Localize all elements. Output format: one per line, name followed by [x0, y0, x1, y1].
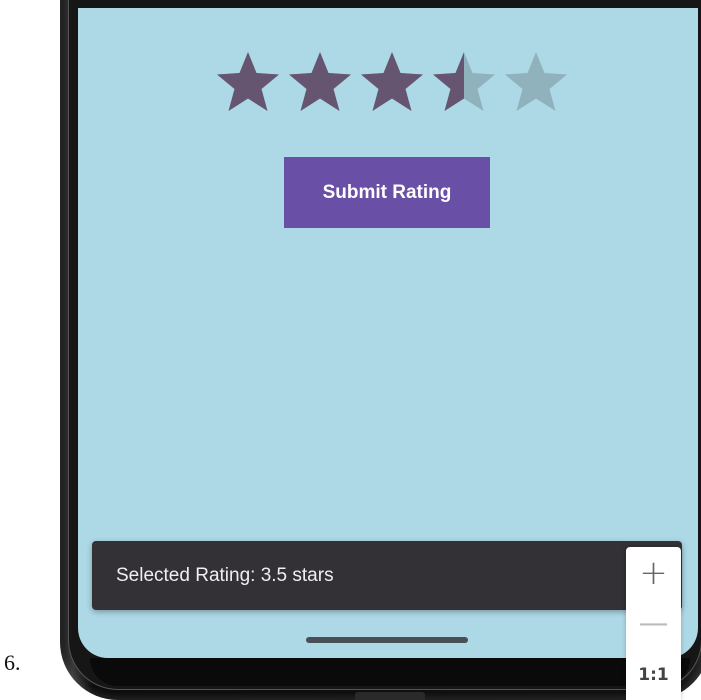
page: 6. Submit Rating Selected Rating: 3.5 st… — [0, 0, 701, 700]
phone-screen: Submit Rating Selected Rating: 3.5 stars — [78, 8, 698, 658]
list-number: 6. — [4, 650, 21, 675]
star-icon[interactable] — [212, 50, 284, 112]
zoom-reset-button[interactable]: 1:1 — [626, 649, 681, 700]
star-rating-bar[interactable] — [212, 50, 572, 112]
zoom-in-button[interactable]: + — [626, 547, 681, 598]
home-indicator[interactable] — [306, 637, 468, 643]
star-icon[interactable] — [428, 50, 500, 112]
zoom-controls: + — 1:1 — [626, 547, 681, 700]
star-icon[interactable] — [500, 50, 572, 112]
phone-port — [355, 692, 425, 700]
snackbar: Selected Rating: 3.5 stars — [92, 541, 682, 610]
snackbar-message: Selected Rating: 3.5 stars — [116, 564, 334, 586]
zoom-out-button[interactable]: — — [626, 598, 681, 649]
submit-rating-button[interactable]: Submit Rating — [284, 157, 490, 228]
star-icon[interactable] — [356, 50, 428, 112]
star-icon[interactable] — [284, 50, 356, 112]
phone-bottom-bezel — [90, 658, 690, 686]
